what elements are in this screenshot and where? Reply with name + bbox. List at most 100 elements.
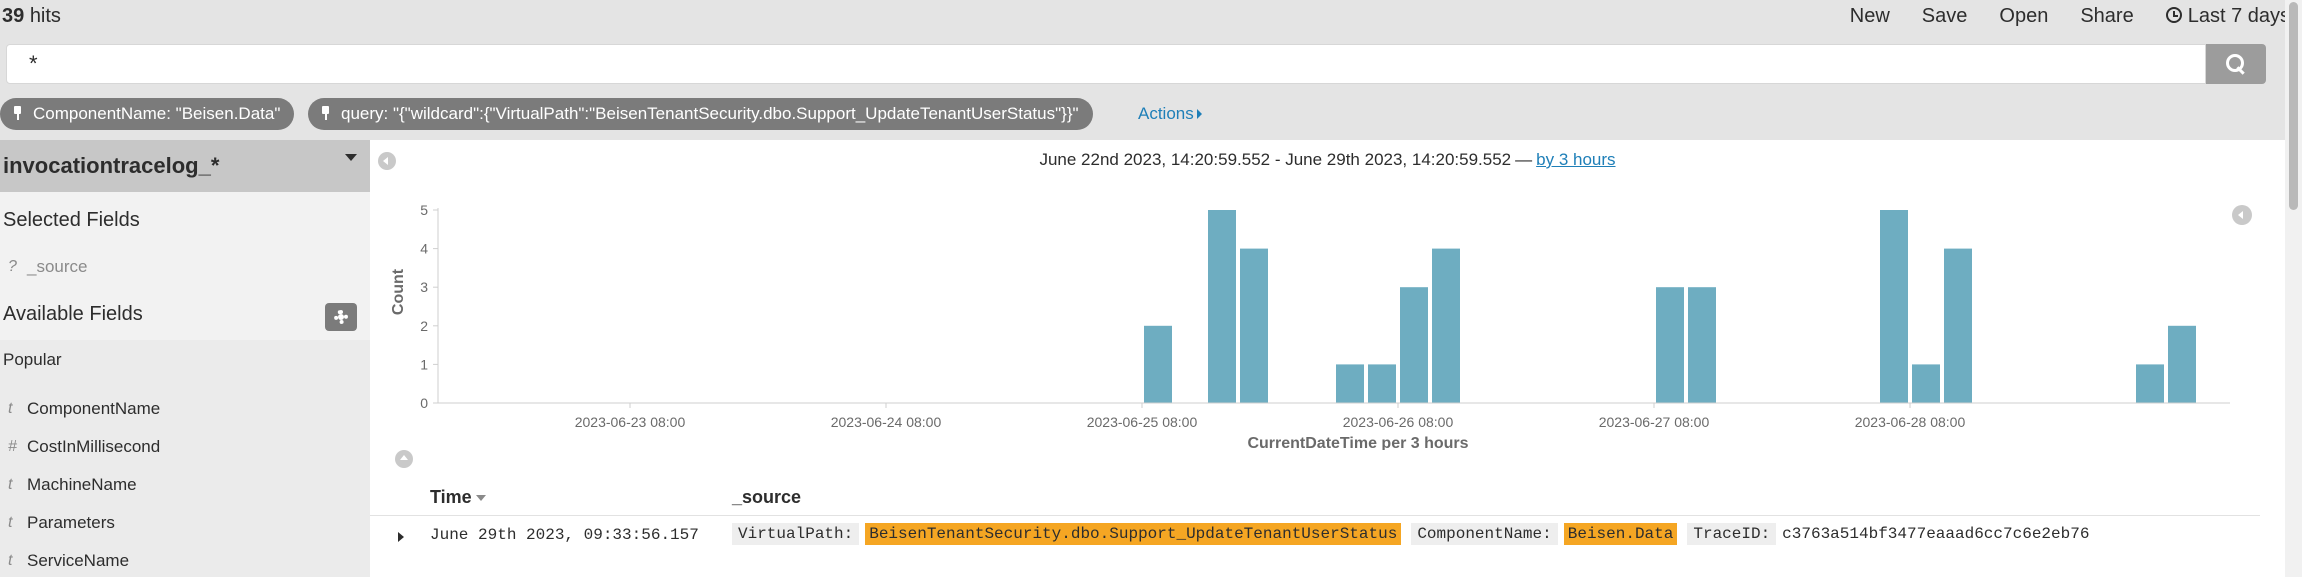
scrollbar-thumb[interactable]: [2289, 2, 2298, 210]
source-column-header: _source: [732, 487, 802, 507]
search-input[interactable]: *: [6, 44, 2206, 84]
source-value: c3763a514bf3477eaaad6cc7c6e2eb76: [1782, 525, 2090, 543]
number-type-icon: #: [8, 438, 17, 455]
field-item-machinename[interactable]: t MachineName: [0, 468, 370, 502]
filter-label: query: "{"wildcard":{"VirtualPath":"Beis…: [341, 104, 1079, 123]
x-tick-label: 2023-06-24 08:00: [831, 414, 942, 430]
field-name: ComponentName: [27, 399, 161, 418]
x-axis-title: CurrentDateTime per 3 hours: [1247, 435, 1468, 450]
histogram-bar[interactable]: [1656, 287, 1684, 403]
field-item-costinmillisecond[interactable]: # CostInMillisecond: [0, 430, 370, 464]
filter-pill-componentname[interactable]: ComponentName: "Beisen.Data": [0, 98, 295, 130]
search-button[interactable]: [2206, 44, 2266, 84]
bars: [1144, 210, 2196, 403]
caret-down-icon[interactable]: [345, 154, 357, 161]
y-tick-label: 3: [420, 279, 428, 295]
string-type-icon: t: [8, 476, 13, 493]
filter-pill-query[interactable]: query: "{"wildcard":{"VirtualPath":"Beis…: [308, 98, 1093, 130]
time-range-label: Last 7 days: [2187, 5, 2290, 27]
hit-count: 39 hits: [2, 1, 61, 31]
field-item-parameters[interactable]: t Parameters: [0, 506, 370, 540]
collapse-up-icon[interactable]: [395, 450, 413, 468]
histogram-bar[interactable]: [1208, 210, 1236, 403]
time-header-label: Time: [430, 487, 472, 507]
top-nav: New Save Open Share Last 7 days: [1818, 1, 2290, 31]
search-icon: [2226, 54, 2246, 74]
unknown-type-icon: ?: [8, 258, 17, 275]
source-value-highlight: BeisenTenantSecurity.dbo.Support_UpdateT…: [865, 523, 1402, 545]
histogram-bar[interactable]: [1944, 248, 1972, 403]
top-bar: 39 hits New Save Open Share Last 7 days: [0, 0, 2302, 40]
discover-main: June 22nd 2023, 14:20:59.552 - June 29th…: [370, 140, 2285, 577]
x-axis: 2023-06-23 08:00 2023-06-24 08:00 2023-06-…: [438, 402, 2230, 430]
histogram-bar[interactable]: [1688, 287, 1716, 403]
histogram-bar[interactable]: [2168, 325, 2196, 403]
row-source: VirtualPath: BeisenTenantSecurity.dbo.Sup…: [732, 520, 2252, 548]
source-key: VirtualPath:: [732, 523, 860, 545]
filter-bar: ComponentName: "Beisen.Data" query: "{"w…: [0, 88, 2302, 140]
histogram-bar[interactable]: [2136, 364, 2164, 403]
hits-label: hits: [29, 5, 61, 27]
filter-actions-link[interactable]: Actions: [1138, 98, 1202, 130]
x-tick-label: 2023-06-28 08:00: [1855, 414, 1966, 430]
histogram-bar[interactable]: [1912, 364, 1940, 403]
date-range-separator: —: [1515, 150, 1533, 169]
y-axis: 0 1 2 3 4 5: [420, 202, 439, 411]
field-name: Parameters: [27, 513, 115, 532]
actions-label: Actions: [1138, 104, 1194, 123]
filter-label: ComponentName: "Beisen.Data": [33, 104, 281, 123]
row-time: June 29th 2023, 09:33:56.157: [430, 526, 699, 544]
x-tick-label: 2023-06-27 08:00: [1599, 414, 1710, 430]
field-sidebar: invocationtracelog_* Selected Fields ? _…: [0, 140, 370, 577]
open-button[interactable]: Open: [1999, 1, 2048, 31]
pin-icon: [12, 106, 23, 120]
hit-count-value: 39: [2, 5, 25, 27]
x-tick-label: 2023-06-23 08:00: [575, 414, 686, 430]
source-key: ComponentName:: [1411, 523, 1558, 545]
histogram-date-range: June 22nd 2023, 14:20:59.552 - June 29th…: [370, 148, 2285, 172]
index-pattern-header[interactable]: invocationtracelog_*: [0, 140, 370, 192]
share-button[interactable]: Share: [2080, 1, 2133, 31]
histogram-bar[interactable]: [1400, 287, 1428, 403]
string-type-icon: t: [8, 400, 13, 417]
source-value-highlight: Beisen.Data: [1563, 523, 1678, 545]
expand-row-icon[interactable]: [398, 532, 404, 542]
sort-down-icon[interactable]: [475, 495, 486, 501]
clock-icon: [2165, 7, 2182, 23]
doc-table-header: Time _source: [370, 480, 2260, 516]
date-range-text: June 22nd 2023, 14:20:59.552 - June 29th…: [1039, 150, 1512, 169]
histogram-bar[interactable]: [1336, 364, 1364, 403]
x-tick-label: 2023-06-26 08:00: [1343, 414, 1454, 430]
histogram-bar[interactable]: [1240, 248, 1268, 403]
field-name: ServiceName: [27, 551, 130, 570]
field-settings-button[interactable]: [325, 303, 357, 331]
save-button[interactable]: Save: [1922, 1, 1968, 31]
y-tick-label: 0: [420, 395, 428, 411]
interval-link[interactable]: by 3 hours: [1536, 150, 1615, 169]
histogram-bar[interactable]: [1880, 210, 1908, 403]
new-button[interactable]: New: [1850, 1, 1890, 31]
query-bar: *: [0, 40, 2302, 88]
x-tick-label: 2023-06-25 08:00: [1087, 414, 1198, 430]
field-name: _source: [27, 257, 88, 276]
string-type-icon: t: [8, 552, 13, 569]
y-tick-label: 4: [420, 241, 428, 257]
source-key: TraceID:: [1687, 523, 1777, 545]
y-tick-label: 5: [420, 202, 428, 218]
histogram-bar[interactable]: [1432, 248, 1460, 403]
histogram-bar[interactable]: [1368, 364, 1396, 403]
field-item-componentname[interactable]: t ComponentName: [0, 392, 370, 426]
time-column-header[interactable]: Time: [430, 480, 486, 514]
y-axis-title: Count: [390, 268, 407, 315]
y-tick-label: 1: [420, 356, 428, 372]
string-type-icon: t: [8, 514, 13, 531]
caret-right-icon: [1196, 109, 1202, 119]
time-picker-button[interactable]: Last 7 days: [2165, 1, 2290, 31]
gear-icon: [334, 310, 348, 324]
table-row[interactable]: June 29th 2023, 09:33:56.157 VirtualPath…: [370, 520, 2260, 577]
histogram-bar[interactable]: [1144, 325, 1172, 403]
selected-field-source[interactable]: ? _source: [0, 250, 370, 284]
field-name: MachineName: [27, 475, 137, 494]
field-item-servicename[interactable]: t ServiceName: [0, 544, 370, 577]
pin-icon: [320, 106, 331, 120]
